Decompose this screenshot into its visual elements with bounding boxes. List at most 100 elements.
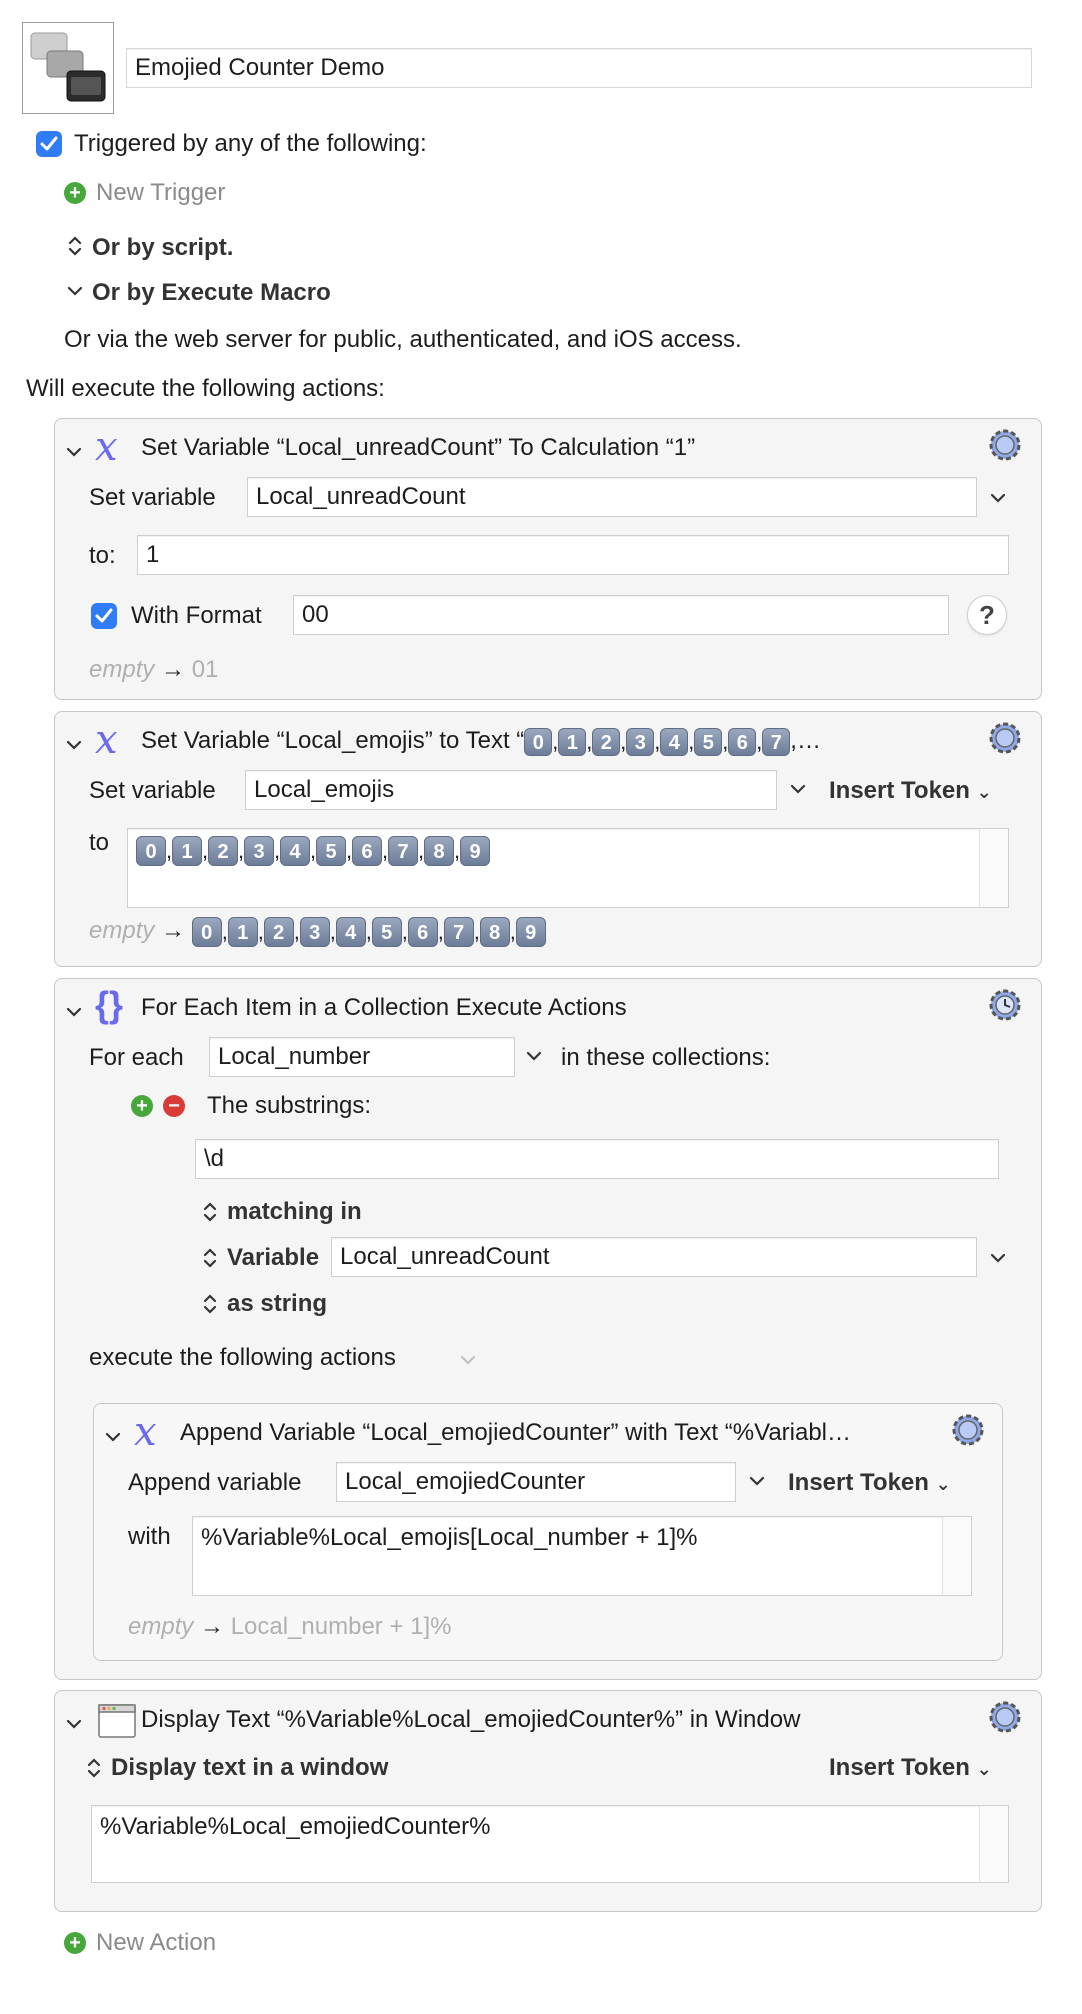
keycap-digit: 8	[424, 835, 454, 866]
updown-chevron-icon[interactable]	[197, 1245, 223, 1271]
comma-separator: ,	[293, 918, 300, 944]
comma-separator: ,	[329, 918, 336, 944]
keycap-digit: 5	[694, 727, 723, 756]
comma-separator: ,	[365, 918, 372, 944]
action-title: For Each Item in a Collection Execute Ac…	[141, 994, 627, 1021]
append-variable-label: Append variable	[128, 1469, 302, 1496]
action-title: Display Text “%Variable%Local_emojiedCou…	[141, 1706, 801, 1733]
action-for-each[interactable]: {} For Each Item in a Collection Execute…	[54, 978, 1042, 1680]
insert-token-button[interactable]: Insert Token ⌄	[788, 1468, 951, 1499]
display-text-field[interactable]: %Variable%Local_emojiedCounter%	[91, 1805, 1009, 1883]
new-action-button[interactable]: New Action	[96, 1928, 216, 1958]
variable-name-field[interactable]: Local_unreadCount	[247, 477, 977, 517]
preview-keycaps: 0,1,2,3,4,5,6,7,8,9	[191, 916, 546, 947]
preview-value: 01	[191, 656, 219, 683]
keycap-digit: 4	[280, 835, 310, 866]
or-by-execute-macro-toggle[interactable]: Or by Execute Macro	[92, 278, 331, 308]
new-action-plus-icon[interactable]: +	[64, 1932, 86, 1954]
chevron-down-icon[interactable]	[521, 1043, 547, 1069]
execute-label: execute the following actions	[89, 1344, 396, 1371]
chevron-down-icon[interactable]	[985, 485, 1011, 511]
insert-token-label: Insert Token	[829, 1754, 970, 1781]
preview-arrow: →	[161, 917, 186, 944]
action-append-variable[interactable]: 𝑥 Append Variable “Local_emojiedCounter”…	[93, 1403, 1003, 1661]
for-each-label: For each	[89, 1044, 184, 1071]
gear-icon[interactable]	[985, 425, 1025, 465]
chevron-down-icon[interactable]	[62, 278, 88, 304]
chevron-down-icon: ⌄	[976, 782, 992, 802]
action-set-variable-calculation[interactable]: 𝑥 Set Variable “Local_unreadCount” To Ca…	[54, 418, 1042, 700]
insert-token-label: Insert Token	[788, 1469, 929, 1496]
gear-icon[interactable]	[985, 1697, 1025, 1737]
action-display-text[interactable]: Display Text “%Variable%Local_emojiedCou…	[54, 1690, 1042, 1912]
matching-in-popup[interactable]: matching in	[227, 1197, 362, 1227]
display-text-value: %Variable%Local_emojiedCounter%	[100, 1813, 491, 1840]
insert-token-button[interactable]: Insert Token ⌄	[829, 1753, 992, 1784]
updown-chevron-icon[interactable]	[197, 1199, 223, 1225]
set-variable-label: Set variable	[89, 777, 216, 804]
scrollbar[interactable]	[979, 1806, 1008, 1882]
comma-separator: ,	[257, 918, 264, 944]
chevron-down-icon[interactable]	[985, 1245, 1011, 1271]
keycap-digit: 0	[191, 916, 222, 947]
chevron-down-icon[interactable]	[455, 1347, 481, 1373]
updown-chevron-icon[interactable]	[81, 1755, 107, 1781]
or-by-script-toggle[interactable]: Or by script.	[92, 233, 233, 263]
chevron-down-icon[interactable]	[744, 1468, 770, 1494]
display-mode-popup[interactable]: Display text in a window	[111, 1753, 388, 1783]
remove-collection-icon[interactable]: −	[163, 1095, 185, 1117]
regex-field[interactable]: \d	[195, 1139, 999, 1179]
chevron-down-icon[interactable]	[61, 999, 87, 1025]
calculation-field[interactable]: 1	[137, 535, 1009, 575]
scrollbar[interactable]	[942, 1517, 971, 1595]
chevron-down-icon[interactable]	[61, 732, 87, 758]
updown-chevron-icon[interactable]	[197, 1291, 223, 1317]
macro-name-field[interactable]: Emojied Counter Demo	[126, 48, 1032, 88]
chevron-down-icon[interactable]	[61, 1711, 87, 1737]
variable-source-popup[interactable]: Variable	[227, 1243, 319, 1273]
clock-gear-icon[interactable]	[985, 985, 1025, 1025]
gear-icon[interactable]	[948, 1410, 988, 1450]
insert-token-button[interactable]: Insert Token ⌄	[829, 776, 992, 807]
chevron-down-icon[interactable]	[100, 1424, 126, 1450]
keycap-digit: 1	[172, 835, 202, 866]
to-label: to:	[89, 542, 116, 569]
text-value-field[interactable]: 0,1,2,3,4,5,6,7,8,9	[127, 828, 1009, 908]
action-set-variable-text[interactable]: 𝑥 Set Variable “Local_emojis” to Text “0…	[54, 711, 1042, 967]
keycap-digit: 6	[728, 727, 757, 756]
keycap-digit: 7	[762, 727, 791, 756]
preview-row: empty → 0,1,2,3,4,5,6,7,8,9	[89, 916, 546, 947]
macro-icon[interactable]	[22, 22, 114, 114]
preview-arrow: →	[161, 656, 186, 683]
chevron-down-icon[interactable]	[785, 776, 811, 802]
variable-name-field[interactable]: Local_emojis	[245, 770, 777, 810]
keycap-digit: 0	[136, 835, 166, 866]
comma-separator: ,	[473, 918, 480, 944]
loop-variable-field[interactable]: Local_number	[209, 1037, 515, 1077]
chevron-down-icon[interactable]	[61, 439, 87, 465]
keycap-digit: 4	[335, 916, 366, 947]
scrollbar[interactable]	[979, 829, 1008, 907]
with-format-label: With Format	[131, 602, 262, 629]
keycap-digit: 9	[460, 835, 490, 866]
with-text-field[interactable]: %Variable%Local_emojis[Local_number + 1]…	[192, 1516, 972, 1596]
gear-icon[interactable]	[985, 718, 1025, 758]
triggered-checkbox[interactable]	[36, 131, 62, 157]
keycap-digit: 3	[244, 835, 274, 866]
new-trigger-button[interactable]: New Trigger	[96, 178, 225, 208]
add-collection-icon[interactable]: +	[131, 1095, 153, 1117]
keycap-digit: 2	[263, 916, 294, 947]
with-format-checkbox[interactable]	[91, 603, 117, 629]
chevron-down-icon: ⌄	[935, 1474, 951, 1494]
format-field[interactable]: 00	[293, 595, 949, 635]
keycap-digit: 5	[316, 835, 346, 866]
web-server-text: Or via the web server for public, authen…	[64, 326, 742, 353]
preview-empty: empty	[89, 917, 155, 944]
append-variable-field[interactable]: Local_emojiedCounter	[336, 1462, 736, 1502]
source-variable-field[interactable]: Local_unreadCount	[331, 1237, 977, 1277]
as-string-popup[interactable]: as string	[227, 1289, 327, 1319]
new-trigger-plus-icon[interactable]: +	[64, 182, 86, 204]
updown-chevron-icon[interactable]	[62, 233, 88, 259]
help-button[interactable]: ?	[967, 595, 1007, 635]
keycap-digit: 1	[558, 727, 587, 756]
